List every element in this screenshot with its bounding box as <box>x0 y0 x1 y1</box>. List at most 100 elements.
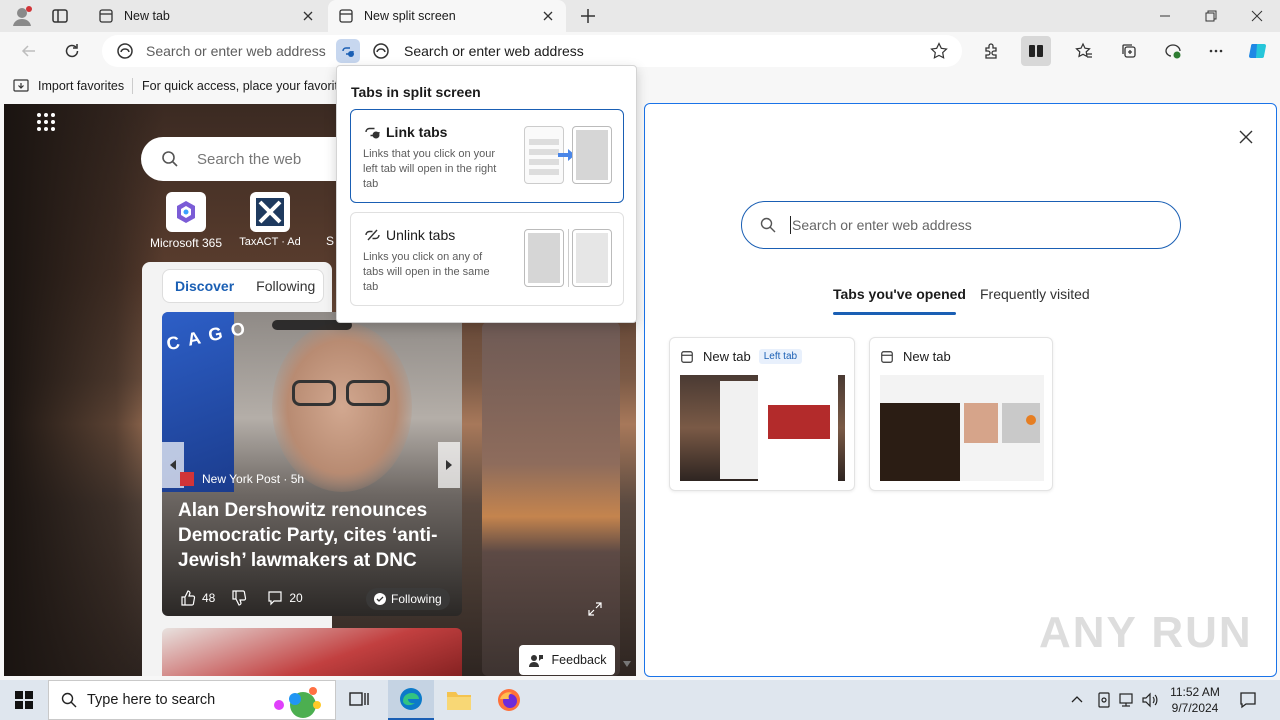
split-screen-icon[interactable] <box>1021 36 1051 66</box>
feed-tabs: Discover Following <box>162 269 324 303</box>
clock-date: 9/7/2024 <box>1171 701 1219 715</box>
thumbnail-content <box>720 381 760 479</box>
refresh-button[interactable] <box>57 36 87 66</box>
option-header: Link tabs <box>364 124 447 140</box>
check-icon <box>374 593 386 605</box>
start-button[interactable] <box>0 680 48 720</box>
background-shade <box>4 104 164 676</box>
card-header: New tab <box>880 349 951 364</box>
thumbnail-content <box>880 403 960 481</box>
browser-essentials-icon[interactable] <box>1158 36 1188 66</box>
taskbar-search-placeholder: Type here to search <box>87 692 216 708</box>
device-icon[interactable] <box>1096 691 1112 709</box>
address-bar-right[interactable]: Search or enter web address <box>334 35 962 67</box>
link-tabs-option[interactable]: Link tabs Links that you click on your l… <box>350 109 624 203</box>
unlink-tabs-option[interactable]: Unlink tabs Links you click on any of ta… <box>350 212 624 306</box>
notifications-icon[interactable] <box>1238 690 1258 710</box>
search-placeholder: Search the web <box>197 150 302 168</box>
thumbnail-content <box>768 405 830 439</box>
shortcut-taxact[interactable]: TaxACT · Ad <box>236 192 304 248</box>
close-window-button[interactable] <box>1234 0 1280 32</box>
tab-title: New split screen <box>364 9 456 23</box>
more-menu-icon[interactable] <box>1201 36 1231 66</box>
import-favorites-button[interactable]: Import favorites <box>12 77 124 95</box>
following-badge[interactable]: Following <box>366 588 450 610</box>
collections-icon[interactable] <box>1114 36 1144 66</box>
minimize-button[interactable] <box>1142 0 1188 32</box>
tab-new-tab[interactable]: New tab <box>88 0 326 32</box>
story-image <box>346 380 390 406</box>
favorite-star-icon[interactable] <box>930 42 948 60</box>
favorites-icon[interactable] <box>1069 36 1099 66</box>
tab-strip: New tab New split screen <box>0 0 1280 32</box>
tab-title: New tab <box>124 9 170 23</box>
tab-frequently-visited[interactable]: Frequently visited <box>980 286 1090 302</box>
address-placeholder: Search or enter web address <box>404 43 584 59</box>
microsoft-365-icon <box>166 192 206 232</box>
publisher-logo-icon <box>180 472 194 486</box>
scroll-down-arrow-icon[interactable] <box>622 660 632 668</box>
carousel-next-button[interactable] <box>438 442 460 488</box>
option-title: Unlink tabs <box>386 227 456 243</box>
taskbar-edge-app[interactable] <box>388 680 434 720</box>
search-icon <box>161 150 179 168</box>
comment-icon[interactable] <box>267 590 283 606</box>
profile-avatar[interactable] <box>10 4 34 28</box>
tab-discover[interactable]: Discover <box>175 278 234 294</box>
shortcut-microsoft-365[interactable]: Microsoft 365 <box>145 192 227 250</box>
volume-icon[interactable] <box>1141 691 1159 709</box>
shortcut-label: Microsoft 365 <box>149 236 223 250</box>
dislike-icon[interactable] <box>231 590 247 606</box>
task-view-icon[interactable] <box>348 690 370 710</box>
taskbar-search-box[interactable]: Type here to search <box>48 680 336 720</box>
comment-count: 20 <box>289 591 303 605</box>
network-icon[interactable] <box>1118 691 1136 709</box>
clock[interactable]: 11:52 AM 9/7/2024 <box>1165 684 1225 716</box>
expand-icon[interactable] <box>588 602 602 616</box>
option-title: Link tabs <box>386 124 448 140</box>
close-pane-button[interactable] <box>1235 126 1257 148</box>
opened-tab-card[interactable]: New tab <box>869 337 1053 491</box>
story-source: New York Post · 5h <box>180 472 304 486</box>
tab-following[interactable]: Following <box>256 278 315 294</box>
close-tab-icon[interactable] <box>540 8 556 24</box>
source-label: New York Post · 5h <box>202 472 305 486</box>
tab-tabs-opened[interactable]: Tabs you've opened <box>833 286 966 302</box>
like-icon[interactable] <box>180 590 196 606</box>
right-page-illustration <box>572 126 612 184</box>
new-tab-button[interactable] <box>578 6 598 26</box>
close-tab-icon[interactable] <box>300 8 316 24</box>
card-header: New tab Left tab <box>680 349 803 364</box>
file-explorer-icon[interactable] <box>446 688 472 712</box>
option-description: Links that you click on your left tab wi… <box>363 148 497 190</box>
search-icon <box>61 692 77 708</box>
apps-grid-icon[interactable] <box>34 110 58 134</box>
restore-button[interactable] <box>1188 0 1234 32</box>
following-label: Following <box>391 592 442 606</box>
address-bar-left[interactable]: Search or enter web address <box>102 35 334 67</box>
option-header: Unlink tabs <box>364 227 455 243</box>
thumbnail-content <box>1026 415 1036 425</box>
show-hidden-icons[interactable] <box>1070 692 1084 706</box>
tab-new-split-screen[interactable]: New split screen <box>328 0 566 32</box>
back-button[interactable] <box>14 36 44 66</box>
right-pane: Search or enter web address Tabs you've … <box>644 103 1277 677</box>
split-screen-popup: Tabs in split screen Link tabs Links tha… <box>336 65 637 323</box>
opened-tab-card[interactable]: New tab Left tab <box>669 337 855 491</box>
feedback-icon <box>528 652 544 668</box>
shortcut-label: S <box>326 234 335 248</box>
option-description: Links you click on any of tabs will open… <box>363 251 490 293</box>
copilot-icon[interactable] <box>1243 36 1273 66</box>
news-card[interactable]: C A G O New York Post · 5h Alan Dershowi… <box>162 312 462 616</box>
like-count: 48 <box>202 591 216 605</box>
news-card[interactable] <box>162 628 462 676</box>
split-link-icon[interactable] <box>336 39 360 63</box>
address-search-input[interactable]: Search or enter web address <box>741 201 1181 249</box>
story-headline[interactable]: Alan Dershowitz renounces Democratic Par… <box>178 498 448 573</box>
extensions-icon[interactable] <box>976 36 1006 66</box>
import-icon <box>13 79 29 92</box>
feedback-button[interactable]: Feedback <box>519 645 615 675</box>
watermark: ANY RUN <box>1039 608 1253 657</box>
firefox-icon[interactable] <box>496 687 522 713</box>
tab-actions-icon[interactable] <box>50 6 70 26</box>
